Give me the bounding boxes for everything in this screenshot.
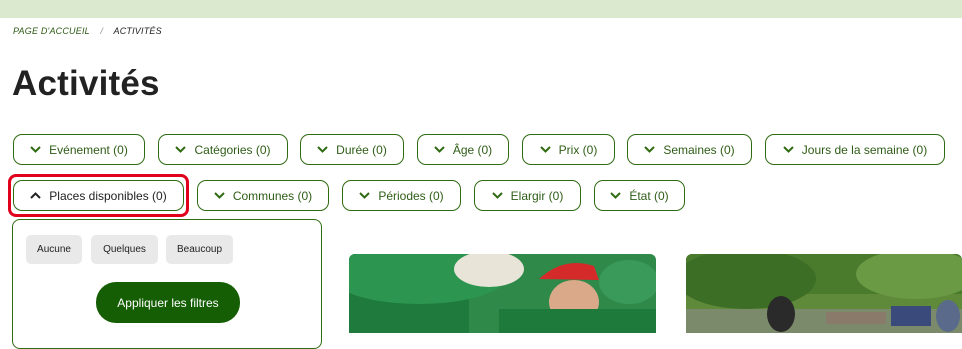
chevron-down-icon <box>30 146 41 153</box>
chevron-down-icon <box>783 146 794 153</box>
chevron-down-icon <box>317 146 328 153</box>
filter-communes-button[interactable]: Communes (0) <box>197 180 329 211</box>
hiking-photo-image <box>686 254 962 333</box>
filter-label: Prix (0) <box>558 142 598 157</box>
chevron-down-icon <box>644 146 656 153</box>
children-photo-image <box>349 254 656 333</box>
breadcrumb-current: ACTIVITÉS <box>113 26 162 36</box>
filter-duree-button[interactable]: Durée (0) <box>300 134 404 165</box>
top-banner <box>0 0 962 18</box>
filter-etat-button[interactable]: État (0) <box>594 180 685 211</box>
places-dropdown-panel: Aucune Quelques Beaucoup Appliquer les f… <box>12 219 322 349</box>
filter-label: Jours de la semaine (0) <box>801 142 928 157</box>
filter-label: Elargir (0) <box>510 188 564 203</box>
filter-jours-semaine-button[interactable]: Jours de la semaine (0) <box>765 134 945 165</box>
filter-categories-button[interactable]: Catégories (0) <box>158 134 288 165</box>
chevron-down-icon <box>359 192 371 199</box>
filter-label: Catégories (0) <box>194 142 271 157</box>
option-quelques-chip[interactable]: Quelques <box>91 235 158 264</box>
filter-label: État (0) <box>629 188 669 203</box>
chevron-down-icon <box>610 192 622 199</box>
filter-semaines-button[interactable]: Semaines (0) <box>627 134 752 165</box>
breadcrumb-home-link[interactable]: PAGE D'ACCUEIL <box>13 26 90 36</box>
filter-evenement-button[interactable]: Evénement (0) <box>13 134 145 165</box>
filter-label: Communes (0) <box>232 188 313 203</box>
filter-prix-button[interactable]: Prix (0) <box>522 134 615 165</box>
breadcrumb-separator: / <box>100 26 104 36</box>
option-aucune-chip[interactable]: Aucune <box>26 235 82 264</box>
activity-card-image[interactable] <box>686 254 962 333</box>
filter-age-button[interactable]: Âge (0) <box>417 134 509 165</box>
filter-label: Semaines (0) <box>663 142 735 157</box>
filter-elargir-button[interactable]: Elargir (0) <box>474 180 581 211</box>
filter-label: Durée (0) <box>336 142 387 157</box>
chevron-down-icon <box>175 146 187 153</box>
breadcrumb: PAGE D'ACCUEIL / ACTIVITÉS <box>13 26 162 36</box>
filter-label: Périodes (0) <box>378 188 444 203</box>
activity-card-image[interactable] <box>349 254 656 333</box>
chevron-down-icon <box>214 192 225 199</box>
chevron-down-icon <box>434 146 445 153</box>
filter-periodes-button[interactable]: Périodes (0) <box>342 180 461 211</box>
page-title: Activités <box>12 64 160 103</box>
chevron-down-icon <box>491 192 503 199</box>
apply-filters-button[interactable]: Appliquer les filtres <box>96 282 240 323</box>
option-beaucoup-chip[interactable]: Beaucoup <box>166 235 233 264</box>
filter-places-disponibles-button[interactable]: Places disponibles (0) <box>13 180 184 211</box>
chevron-down-icon <box>539 146 551 153</box>
chevron-up-icon <box>30 192 42 199</box>
filter-label: Evénement (0) <box>49 142 128 157</box>
filter-label: Places disponibles (0) <box>49 188 167 203</box>
filter-label: Âge (0) <box>452 142 493 157</box>
